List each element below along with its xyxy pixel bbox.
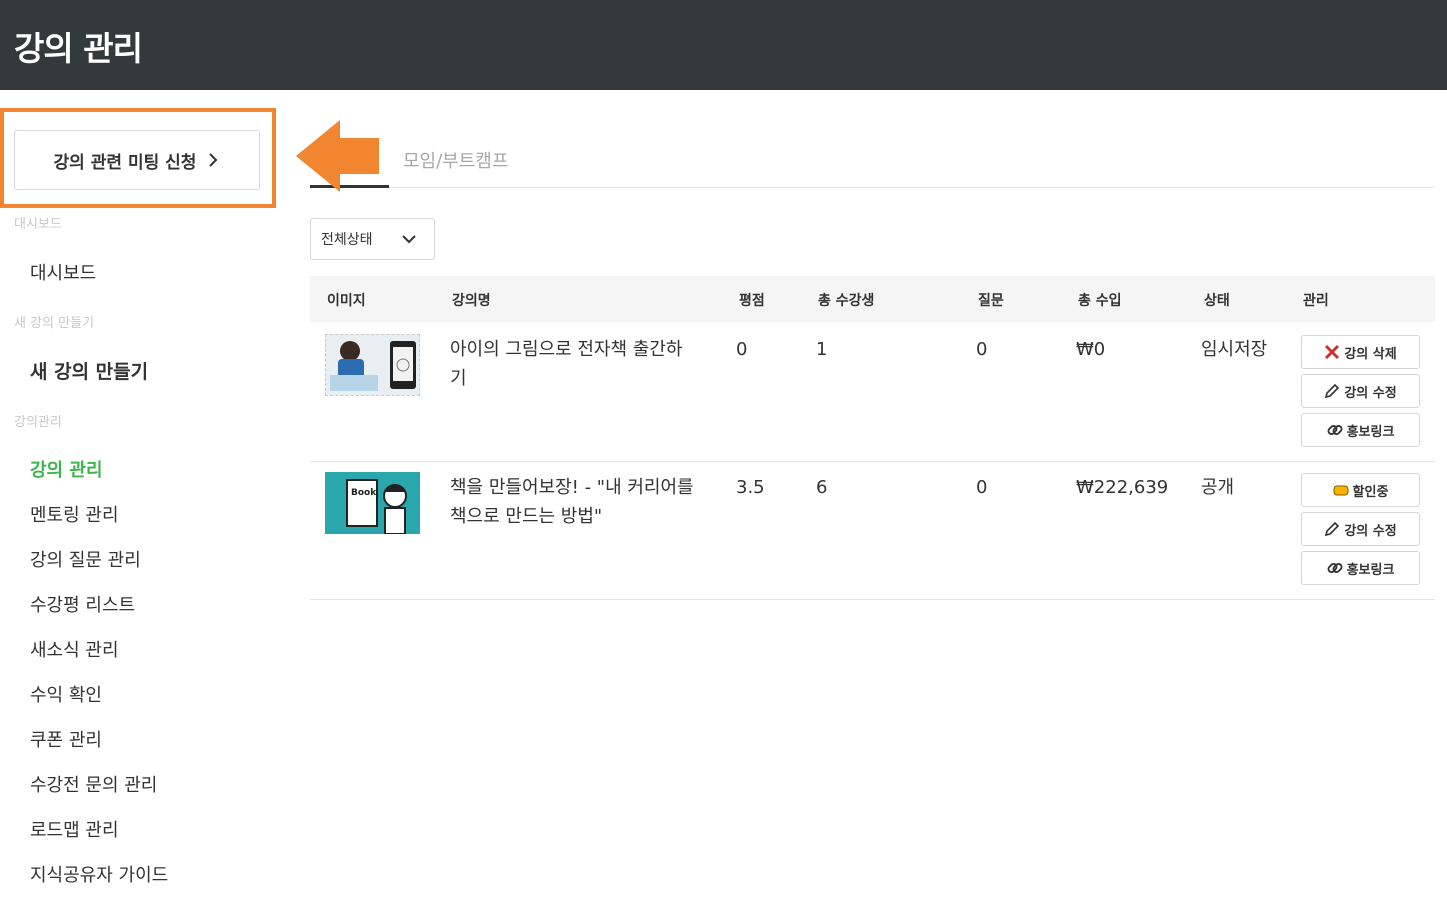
course-title-line2: 책으로 만드는 방법" xyxy=(450,506,603,527)
promo-link-label: 홍보링크 xyxy=(1346,424,1395,440)
chevron-down-icon xyxy=(402,235,416,244)
x-icon xyxy=(1325,344,1340,360)
promo-link-label: 홍보링크 xyxy=(1346,562,1395,578)
discount-button[interactable]: 할인중 xyxy=(1301,473,1420,507)
promo-link-button[interactable]: 홍보링크 xyxy=(1301,413,1420,447)
column-header-rating: 평점 xyxy=(739,293,765,309)
thumbnail-drawing-image xyxy=(325,472,420,534)
course-students: 6 xyxy=(816,477,828,498)
course-thumbnail[interactable] xyxy=(325,334,420,396)
course-questions: 0 xyxy=(976,477,988,498)
tab-bar: 모임/부트캠프 xyxy=(310,90,1435,188)
coupon-icon xyxy=(1333,485,1349,496)
sidebar-item-mentoring[interactable]: 멘토링 관리 xyxy=(30,501,119,527)
table-header: 이미지 강의명 평점 총 수강생 질문 총 수입 상태 관리 xyxy=(310,276,1435,322)
course-title[interactable]: 아이의 그림으로 전자책 출간하 기 xyxy=(450,335,682,393)
sidebar-item-coupons[interactable]: 쿠폰 관리 xyxy=(30,726,102,752)
link-icon xyxy=(1327,563,1343,573)
course-revenue: ₩0 xyxy=(1076,339,1106,360)
column-header-image: 이미지 xyxy=(327,293,366,309)
column-header-questions: 질문 xyxy=(978,293,1004,309)
sidebar-item-inquiries[interactable]: 수강전 문의 관리 xyxy=(30,771,157,797)
course-thumbnail[interactable]: Book xyxy=(325,472,420,534)
chevron-right-icon xyxy=(209,153,218,167)
status-filter-select[interactable]: 전체상태 xyxy=(310,218,435,260)
sidebar-item-news[interactable]: 새소식 관리 xyxy=(30,636,119,662)
course-rating: 3.5 xyxy=(736,477,765,498)
sidebar-item-course-management[interactable]: 강의 관리 xyxy=(30,456,103,482)
link-icon xyxy=(1327,425,1343,435)
column-header-revenue: 총 수입 xyxy=(1078,293,1122,309)
discount-label: 할인중 xyxy=(1352,484,1389,500)
tab-bootcamp[interactable]: 모임/부트캠프 xyxy=(403,147,508,173)
course-rating: 0 xyxy=(736,339,748,360)
column-header-title: 강의명 xyxy=(452,293,491,309)
delete-course-button[interactable]: 강의 삭제 xyxy=(1301,335,1420,369)
course-title-line1: 책을 만들어보장! - "내 커리어를 xyxy=(450,477,694,498)
column-header-manage: 관리 xyxy=(1303,293,1329,309)
column-header-students: 총 수강생 xyxy=(818,293,875,309)
course-students: 1 xyxy=(816,339,828,360)
thumbnail-book-text: Book xyxy=(351,488,377,498)
section-label-new-course: 새 강의 만들기 xyxy=(14,316,95,331)
edit-course-label: 강의 수정 xyxy=(1344,523,1397,539)
sidebar-item-dashboard[interactable]: 대시보드 xyxy=(30,259,96,285)
edit-course-button[interactable]: 강의 수정 xyxy=(1301,374,1420,408)
status-filter-value: 전체상태 xyxy=(321,232,373,248)
pencil-icon xyxy=(1325,383,1340,399)
meeting-request-button[interactable]: 강의 관련 미팅 신청 xyxy=(14,130,260,190)
course-revenue: ₩222,639 xyxy=(1076,477,1169,498)
sidebar-item-roadmap[interactable]: 로드맵 관리 xyxy=(30,816,119,842)
delete-course-label: 강의 삭제 xyxy=(1344,346,1397,362)
course-title-line1: 아이의 그림으로 전자책 출간하 xyxy=(450,339,683,360)
table-row: 아이의 그림으로 전자책 출간하 기 0 1 0 ₩0 임시저장 강의 삭제 강… xyxy=(310,322,1435,462)
sidebar-item-new-course[interactable]: 새 강의 만들기 xyxy=(30,357,148,384)
page-title: 강의 관리 xyxy=(14,29,143,68)
sidebar-item-reviews[interactable]: 수강평 리스트 xyxy=(30,591,135,617)
arrow-left-icon xyxy=(296,120,379,192)
sidebar-item-questions[interactable]: 강의 질문 관리 xyxy=(30,546,141,572)
course-title[interactable]: 책을 만들어보장! - "내 커리어를 책으로 만드는 방법" xyxy=(450,473,694,531)
thumbnail-drawing-image xyxy=(326,335,419,395)
column-header-status: 상태 xyxy=(1204,293,1230,309)
section-label-course-management: 강의관리 xyxy=(14,415,62,430)
edit-course-button[interactable]: 강의 수정 xyxy=(1301,512,1420,546)
course-status: 임시저장 xyxy=(1201,339,1268,360)
section-label-dashboard: 대시보드 xyxy=(14,217,62,232)
sidebar-item-revenue[interactable]: 수익 확인 xyxy=(30,681,102,707)
pencil-icon xyxy=(1325,521,1340,537)
promo-link-button[interactable]: 홍보링크 xyxy=(1301,551,1420,585)
course-questions: 0 xyxy=(976,339,988,360)
course-title-line2: 기 xyxy=(450,368,467,389)
meeting-request-label: 강의 관련 미팅 신청 xyxy=(53,152,197,173)
edit-course-label: 강의 수정 xyxy=(1344,385,1397,401)
sidebar: 강의 관련 미팅 신청 대시보드 대시보드 새 강의 만들기 새 강의 만들기 … xyxy=(0,90,290,912)
page-header: 강의 관리 xyxy=(0,0,1447,90)
sidebar-item-guide[interactable]: 지식공유자 가이드 xyxy=(30,861,168,887)
table-row: Book 책을 만들어보장! - "내 커리어를 책으로 만드는 방법" 3.5… xyxy=(310,462,1435,600)
course-status: 공개 xyxy=(1201,477,1235,498)
